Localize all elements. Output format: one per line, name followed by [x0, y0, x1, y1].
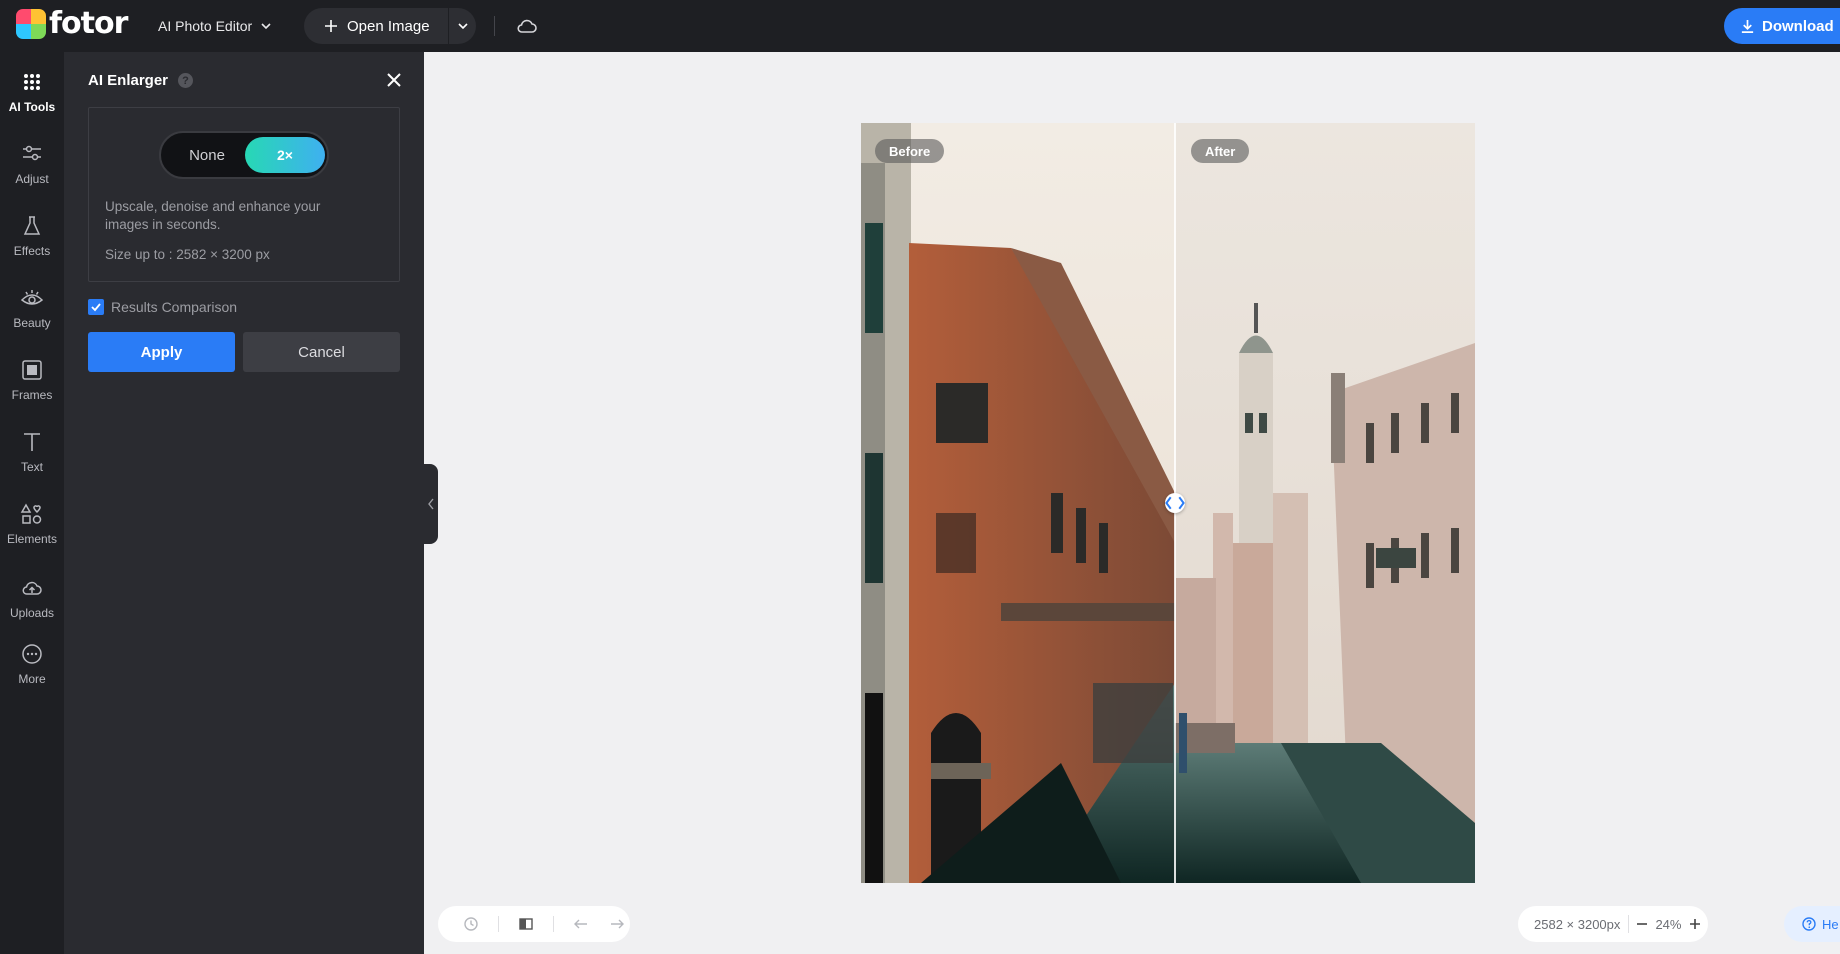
history-button[interactable] — [462, 915, 480, 933]
toolbar-divider — [498, 916, 499, 932]
cancel-button[interactable]: Cancel — [243, 332, 400, 372]
scale-toggle[interactable]: None 2× — [159, 131, 329, 179]
rail-label: Frames — [11, 388, 53, 402]
results-comparison-checkbox[interactable] — [88, 299, 104, 315]
collapse-panel-handle[interactable] — [424, 464, 438, 544]
toolbar-divider — [553, 916, 554, 932]
rail-label: Text — [20, 460, 43, 474]
panel-title: AI Enlarger ? — [88, 72, 194, 89]
download-label: Download — [1762, 17, 1834, 35]
left-tool-rail: AI Tools Adjust Effects Beauty Frames Te… — [0, 52, 64, 954]
apply-button[interactable]: Apply — [88, 332, 235, 372]
rail-label: Effects — [13, 244, 51, 258]
before-label: Before — [875, 139, 945, 163]
arrow-right-icon — [611, 919, 624, 929]
chevron-left-icon — [428, 498, 434, 510]
rail-label: Beauty — [13, 316, 51, 330]
zoom-bar: 2582 × 3200px 24% — [1518, 906, 1708, 942]
checkmark-icon — [91, 303, 101, 312]
top-bar: fotor AI Photo Editor Open Image Downloa… — [0, 0, 1840, 52]
enlarger-options-card: None 2× Upscale, denoise and enhance you… — [88, 107, 400, 282]
zoom-level[interactable]: 24% — [1655, 917, 1681, 932]
download-icon — [1741, 19, 1754, 33]
rail-item-effects[interactable]: Effects — [0, 204, 64, 268]
cloud-icon[interactable] — [515, 14, 539, 38]
rail-item-text[interactable]: Text — [0, 420, 64, 484]
cloud-upload-icon — [22, 581, 42, 595]
chevron-down-icon — [457, 23, 468, 30]
grid-dots-icon — [24, 74, 40, 90]
rail-label: More — [18, 672, 46, 686]
after-label: After — [1191, 139, 1250, 163]
fotor-logo[interactable]: fotor — [16, 6, 128, 41]
logo-mark-icon — [16, 9, 46, 39]
frame-icon — [22, 360, 42, 380]
compare-button[interactable] — [517, 915, 535, 933]
logo-text: fotor — [49, 6, 128, 41]
history-toolbar — [438, 906, 630, 942]
eye-icon — [20, 290, 44, 305]
close-icon[interactable] — [382, 68, 406, 92]
open-image-button[interactable]: Open Image — [304, 8, 448, 44]
more-dots-icon — [22, 644, 42, 664]
rail-item-beauty[interactable]: Beauty — [0, 276, 64, 340]
rail-item-frames[interactable]: Frames — [0, 348, 64, 412]
rail-item-ai-tools[interactable]: AI Tools — [0, 60, 64, 124]
enlarger-description: Upscale, denoise and enhance your images… — [105, 199, 321, 232]
rail-item-adjust[interactable]: Adjust — [0, 132, 64, 196]
ai-photo-editor-menu[interactable]: AI Photo Editor — [158, 14, 272, 38]
minus-icon — [1637, 923, 1648, 925]
arrow-left-icon — [574, 919, 587, 929]
scale-option-none[interactable]: None — [165, 137, 249, 173]
download-button[interactable]: Download — [1724, 8, 1840, 44]
sliders-icon — [23, 145, 41, 161]
rail-item-elements[interactable]: Elements — [0, 492, 64, 556]
text-icon — [24, 433, 40, 451]
plus-icon — [1689, 919, 1700, 929]
help-label: He — [1822, 916, 1839, 932]
help-icon[interactable]: ? — [178, 73, 194, 88]
max-size-text: Size up to : 2582 × 3200 px — [105, 247, 270, 262]
open-image-button-group: Open Image — [304, 8, 476, 44]
results-comparison-row[interactable]: Results Comparison — [88, 299, 237, 315]
compare-icon — [519, 918, 533, 930]
arrows-horizontal-icon — [1165, 496, 1185, 510]
history-icon — [464, 917, 478, 931]
shapes-icon — [20, 503, 42, 524]
open-image-dropdown[interactable] — [449, 8, 476, 44]
toolbar-divider — [494, 16, 495, 36]
panel-title-text: AI Enlarger — [88, 72, 169, 89]
flask-icon — [23, 216, 41, 235]
chevron-down-icon — [261, 23, 271, 30]
redo-button[interactable] — [608, 915, 626, 933]
rail-label: Adjust — [15, 172, 49, 186]
zoom-out-button[interactable] — [1629, 906, 1655, 942]
comparison-slider-handle[interactable] — [1165, 493, 1185, 513]
rail-item-more[interactable]: More — [0, 632, 64, 696]
comparison-photo[interactable]: Before After — [861, 123, 1475, 883]
rail-label: Elements — [6, 532, 58, 546]
open-image-label: Open Image — [347, 17, 430, 35]
scale-option-2x[interactable]: 2× — [245, 137, 325, 173]
question-circle-icon — [1802, 917, 1816, 931]
editor-menu-label: AI Photo Editor — [158, 18, 253, 34]
zoom-in-button[interactable] — [1682, 906, 1708, 942]
rail-label: AI Tools — [8, 100, 56, 114]
results-comparison-label: Results Comparison — [111, 299, 238, 315]
help-button[interactable]: He — [1784, 906, 1840, 942]
plus-icon — [325, 20, 337, 32]
rail-label: Uploads — [9, 606, 55, 620]
undo-button[interactable] — [572, 915, 590, 933]
ai-enlarger-panel: AI Enlarger ? None 2× Upscale, denoise a… — [64, 52, 424, 954]
image-dimensions: 2582 × 3200px — [1534, 916, 1621, 932]
rail-item-uploads[interactable]: Uploads — [0, 566, 64, 630]
